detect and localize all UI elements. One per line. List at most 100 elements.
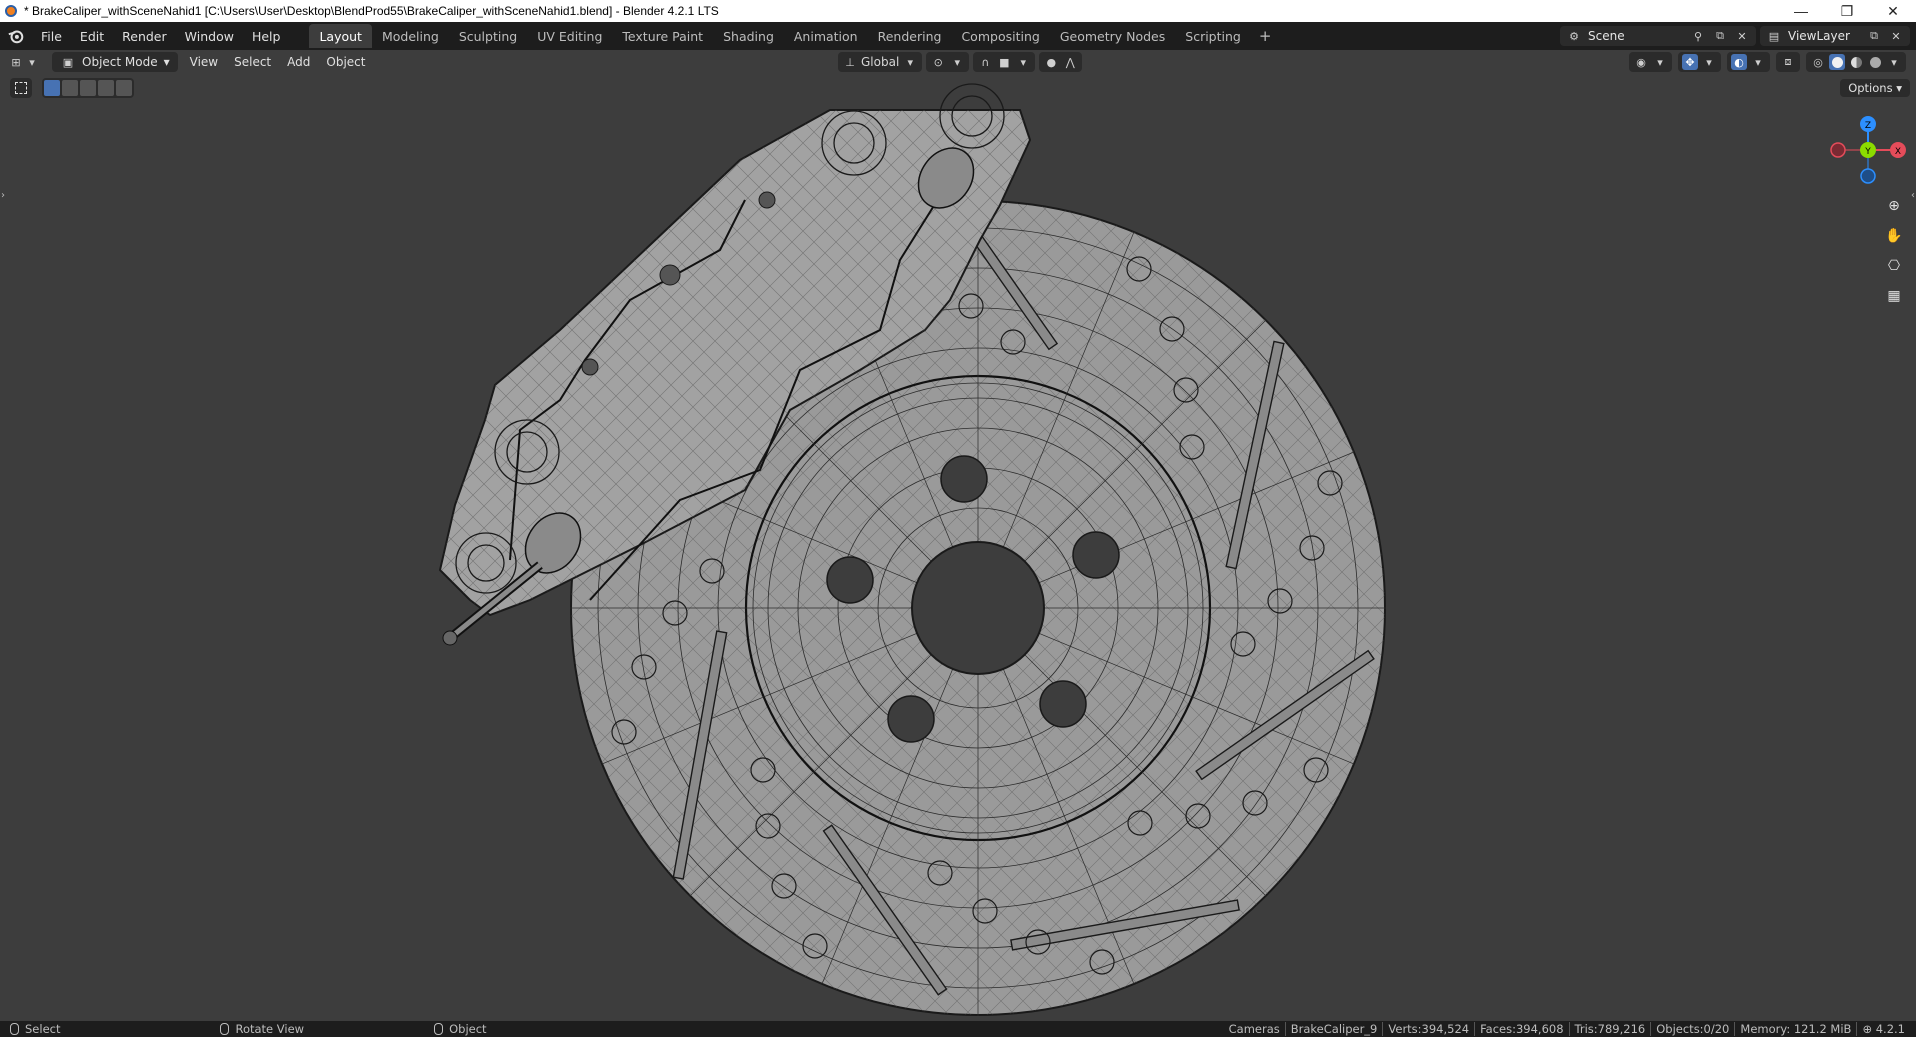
transform-controls: ⊥ Global ▾ ⊙ ▾ ∩ ■ ▾ ● ⋀ — [838, 52, 1083, 72]
gizmo-toggle[interactable]: ✥ ▾ — [1678, 52, 1721, 72]
right-mouse-icon — [434, 1023, 444, 1035]
close-button[interactable]: ✕ — [1870, 0, 1916, 22]
stat-collection: Cameras — [1224, 1022, 1286, 1036]
menu-select[interactable]: Select — [226, 52, 279, 72]
editor-type-button[interactable]: ⊞ ▾ — [0, 52, 48, 72]
new-view-layer-icon[interactable]: ⧉ — [1866, 28, 1882, 44]
solid-shading-icon[interactable] — [1829, 54, 1845, 70]
rendered-shading-icon[interactable] — [1867, 54, 1883, 70]
xray-icon: ⧈ — [1784, 55, 1792, 68]
select-invert-icon[interactable] — [98, 80, 114, 96]
snap-magnet-icon[interactable]: ∩ — [977, 54, 993, 70]
grid-perspective-icon[interactable]: ▦ — [1882, 284, 1906, 308]
scene-name[interactable]: Scene — [1588, 29, 1684, 43]
tab-geometry-nodes[interactable]: Geometry Nodes — [1050, 24, 1175, 48]
viewport-display-controls: ◉ ▾ ✥ ▾ ◐ ▾ ⧈ ◎ ▾ — [1629, 52, 1906, 72]
menu-window[interactable]: Window — [176, 22, 243, 50]
tab-uv-editing[interactable]: UV Editing — [527, 24, 612, 48]
menu-object[interactable]: Object — [318, 52, 373, 72]
shading-modes[interactable]: ◎ ▾ — [1806, 52, 1906, 72]
snap-increment-icon[interactable]: ■ — [996, 54, 1012, 70]
status-bar: Select Rotate View Object Cameras BrakeC… — [0, 1021, 1916, 1037]
blender-app-icon — [0, 0, 22, 22]
select-new-icon[interactable] — [44, 80, 60, 96]
menu-file[interactable]: File — [32, 22, 71, 50]
chevron-down-icon: ▾ — [1020, 55, 1027, 69]
pivot-icon: ⊙ — [933, 55, 943, 69]
delete-scene-icon[interactable]: ✕ — [1734, 28, 1750, 44]
menu-edit[interactable]: Edit — [71, 22, 113, 50]
orientation-icon: ⊥ — [845, 55, 855, 69]
sidebar-expand-icon[interactable]: ‹ — [1911, 190, 1915, 201]
tab-texture-paint[interactable]: Texture Paint — [612, 24, 713, 48]
workspace-tabs: Layout Modeling Sculpting UV Editing Tex… — [309, 22, 1279, 50]
falloff-icon[interactable]: ⋀ — [1062, 54, 1078, 70]
stat-tris: Tris:789,216 — [1570, 1022, 1652, 1036]
scene-icon: ⚙ — [1569, 29, 1579, 43]
stat-active-object: BrakeCaliper_9 — [1286, 1022, 1384, 1036]
selection-mode-buttons — [42, 78, 134, 98]
viewport-nav-controls: ⊕ ✋ ⎔ ▦ — [1882, 194, 1906, 308]
tab-sculpting[interactable]: Sculpting — [449, 24, 527, 48]
stat-memory: Memory: 121.2 MiB — [1735, 1022, 1858, 1036]
menu-help[interactable]: Help — [243, 22, 290, 50]
pin-icon[interactable]: ⚲ — [1690, 28, 1706, 44]
minimize-button[interactable]: — — [1778, 0, 1824, 22]
chevron-down-icon: ▾ — [1755, 55, 1761, 69]
chevron-down-icon: ▾ — [907, 55, 914, 69]
transform-orientation-dropdown[interactable]: ⊥ Global ▾ — [838, 52, 923, 72]
tab-layout[interactable]: Layout — [309, 24, 372, 48]
xray-toggle[interactable]: ⧈ — [1776, 52, 1800, 72]
select-box-tool-icon[interactable] — [10, 78, 32, 98]
stat-verts: Verts:394,524 — [1383, 1022, 1476, 1036]
mode-dropdown[interactable]: ▣ Object Mode ▾ — [52, 52, 178, 72]
stat-objects: Objects:0/20 — [1651, 1022, 1736, 1036]
add-workspace-button[interactable]: + — [1251, 27, 1280, 45]
tab-shading[interactable]: Shading — [713, 24, 784, 48]
mesh-wireframe — [438, 83, 1386, 1016]
scene-selector[interactable]: ⚙ Scene ⚲ ⧉ ✕ — [1560, 26, 1756, 46]
top-bar: File Edit Render Window Help Layout Mode… — [0, 22, 1916, 50]
status-object-hint: Object — [424, 1022, 487, 1036]
visibility-dropdown[interactable]: ◉ ▾ — [1629, 52, 1672, 72]
blender-logo-icon[interactable] — [0, 22, 32, 50]
chevron-down-icon: ▾ — [29, 55, 35, 69]
menu-add[interactable]: Add — [279, 52, 318, 72]
3d-viewport[interactable]: › ‹ Z X Y ⊕ ✋ ⎔ ▦ — [0, 74, 1916, 1021]
proportional-edit-icon[interactable]: ● — [1043, 54, 1059, 70]
menu-render[interactable]: Render — [113, 22, 176, 50]
snap-controls[interactable]: ∩ ■ ▾ — [973, 52, 1036, 72]
camera-view-icon[interactable]: ⎔ — [1882, 254, 1906, 278]
select-intersect-icon[interactable] — [116, 80, 132, 96]
menu-view[interactable]: View — [182, 52, 226, 72]
tab-compositing[interactable]: Compositing — [951, 24, 1049, 48]
proportional-edit-controls[interactable]: ● ⋀ — [1039, 52, 1083, 72]
navigation-gizmo[interactable]: Z X Y — [1830, 110, 1910, 190]
view-layer-selector[interactable]: ▤ ViewLayer ⧉ ✕ — [1760, 26, 1910, 46]
wireframe-shading-icon[interactable]: ◎ — [1810, 54, 1826, 70]
viewport-header: ⊞ ▾ ▣ Object Mode ▾ View Select Add Objec… — [0, 50, 1916, 74]
maximize-button[interactable]: ❐ — [1824, 0, 1870, 22]
toolbar-expand-icon[interactable]: › — [1, 190, 5, 201]
tab-modeling[interactable]: Modeling — [372, 24, 449, 48]
delete-view-layer-icon[interactable]: ✕ — [1888, 28, 1904, 44]
select-extend-icon[interactable] — [62, 80, 78, 96]
view-layer-name[interactable]: ViewLayer — [1788, 29, 1860, 43]
overlays-icon: ◐ — [1731, 54, 1747, 70]
editor-type-icon: ⊞ — [11, 55, 21, 69]
left-mouse-icon — [10, 1023, 19, 1035]
pivot-point-dropdown[interactable]: ⊙ ▾ — [926, 52, 970, 72]
orientation-label: Global — [861, 55, 900, 69]
new-scene-icon[interactable]: ⧉ — [1712, 28, 1728, 44]
select-subtract-icon[interactable] — [80, 80, 96, 96]
tab-animation[interactable]: Animation — [784, 24, 868, 48]
material-preview-icon[interactable] — [1848, 54, 1864, 70]
overlays-toggle[interactable]: ◐ ▾ — [1727, 52, 1770, 72]
zoom-icon[interactable]: ⊕ — [1882, 194, 1906, 218]
stat-faces: Faces:394,608 — [1475, 1022, 1570, 1036]
tab-scripting[interactable]: Scripting — [1175, 24, 1251, 48]
chevron-down-icon: ▾ — [1891, 55, 1897, 69]
options-dropdown[interactable]: Options ▾ — [1840, 79, 1910, 97]
pan-hand-icon[interactable]: ✋ — [1882, 224, 1906, 248]
tab-rendering[interactable]: Rendering — [868, 24, 952, 48]
